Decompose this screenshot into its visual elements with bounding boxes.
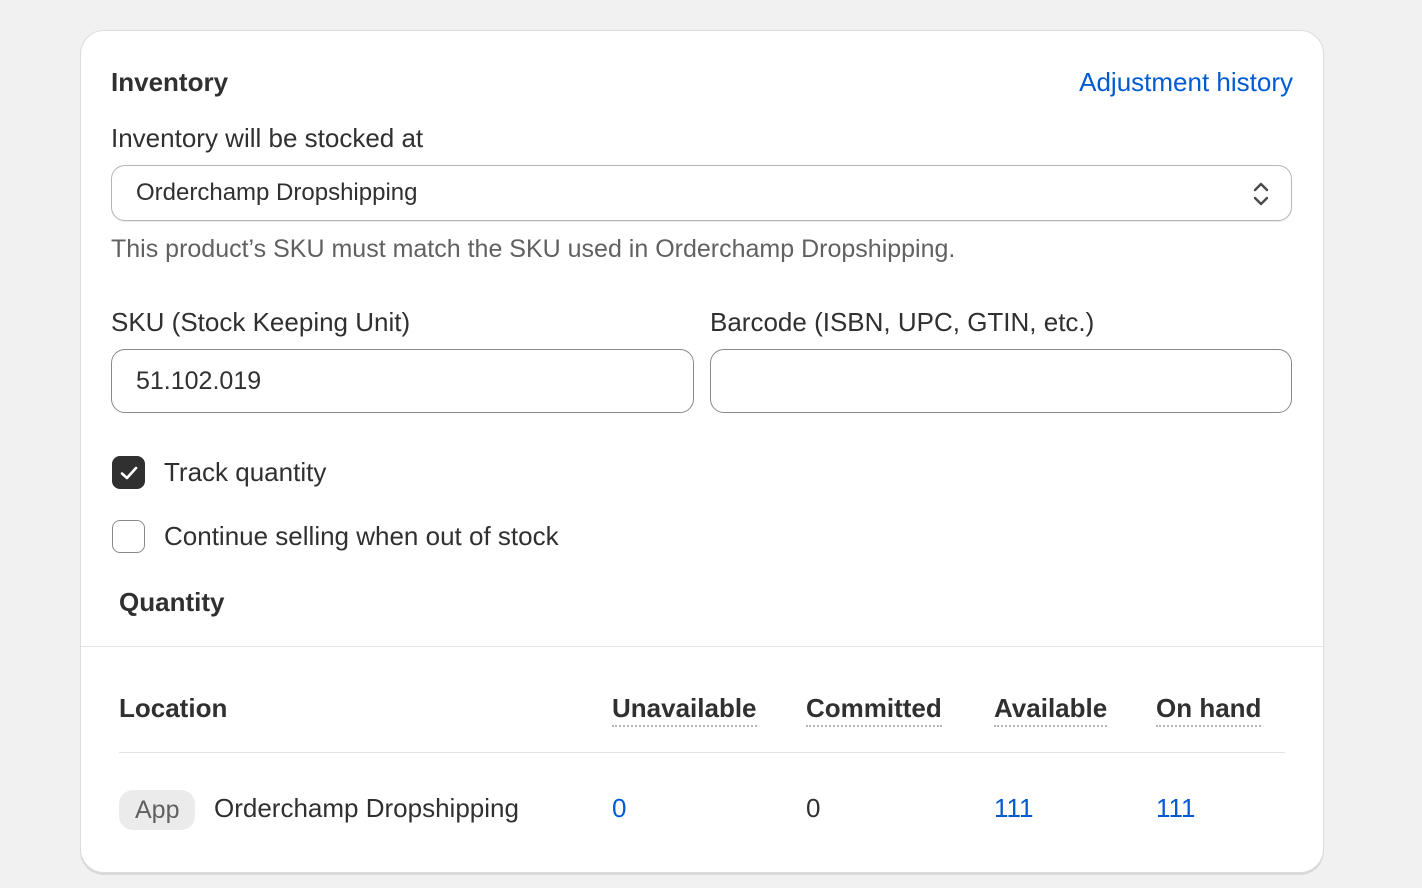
column-header-unavailable[interactable]: Unavailable bbox=[612, 693, 757, 727]
on-hand-link[interactable]: 111 bbox=[1156, 793, 1196, 824]
column-header-location: Location bbox=[119, 693, 228, 723]
sku-label: SKU (Stock Keeping Unit) bbox=[111, 307, 411, 337]
quantity-section-title: Quantity bbox=[119, 587, 225, 617]
continue-selling-label: Continue selling when out of stock bbox=[164, 521, 559, 551]
app-badge: App bbox=[119, 790, 196, 830]
unavailable-link[interactable]: 0 bbox=[612, 793, 626, 824]
column-header-available[interactable]: Available bbox=[994, 693, 1108, 727]
section-divider bbox=[81, 646, 1323, 647]
committed-value: 0 bbox=[806, 793, 821, 823]
select-chevron-icon bbox=[1253, 182, 1269, 206]
barcode-input[interactable] bbox=[710, 349, 1292, 413]
adjustment-history-link[interactable]: Adjustment history bbox=[1079, 67, 1293, 98]
sku-input[interactable] bbox=[111, 349, 694, 413]
checkbox-unchecked-icon bbox=[112, 520, 145, 553]
table-header-divider bbox=[119, 752, 1285, 753]
stock-location-selected: Orderchamp Dropshipping bbox=[136, 179, 418, 206]
stock-location-label: Inventory will be stocked at bbox=[111, 123, 424, 153]
sku-help-text: This product’s SKU must match the SKU us… bbox=[111, 235, 956, 263]
checkbox-checked-icon bbox=[112, 456, 145, 489]
location-name: Orderchamp Dropshipping bbox=[214, 793, 519, 823]
card-title: Inventory bbox=[111, 67, 229, 97]
inventory-card: Inventory Adjustment history Inventory w… bbox=[80, 30, 1324, 873]
column-header-on-hand[interactable]: On hand bbox=[1156, 693, 1262, 727]
track-quantity-checkbox[interactable]: Track quantity bbox=[112, 456, 326, 489]
checkmark-icon bbox=[120, 466, 137, 479]
column-header-committed[interactable]: Committed bbox=[806, 693, 942, 727]
stock-location-select[interactable]: Orderchamp Dropshipping bbox=[111, 165, 1292, 221]
card-header: Inventory Adjustment history bbox=[111, 67, 1293, 98]
track-quantity-label: Track quantity bbox=[164, 457, 327, 487]
barcode-label: Barcode (ISBN, UPC, GTIN, etc.) bbox=[710, 307, 1095, 337]
available-link[interactable]: 111 bbox=[994, 793, 1034, 824]
continue-selling-checkbox[interactable]: Continue selling when out of stock bbox=[112, 520, 559, 553]
